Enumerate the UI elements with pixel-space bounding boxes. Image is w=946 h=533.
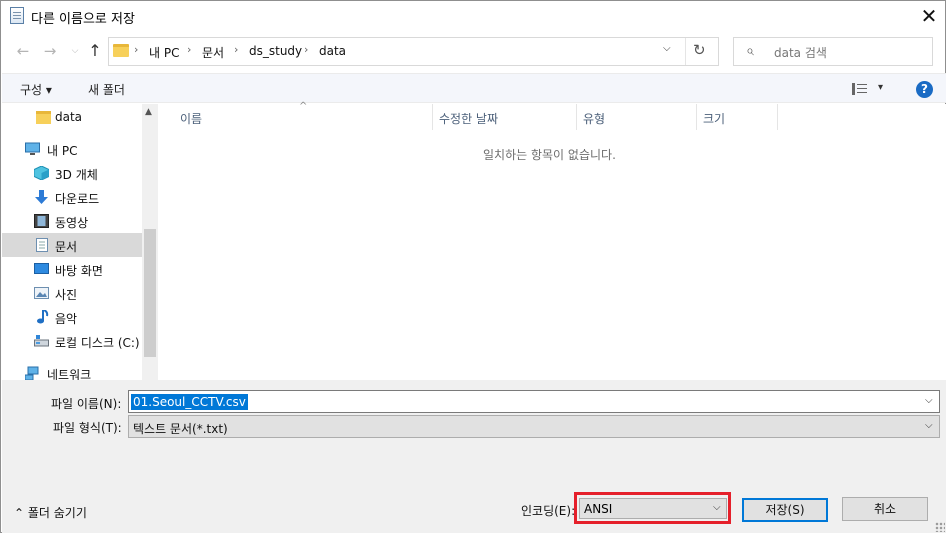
breadcrumb-separator[interactable]: › (234, 43, 238, 56)
breadcrumb-my-pc[interactable]: 내 PC (149, 44, 179, 61)
hide-folders-button[interactable]: ⌃ 폴더 숨기기 (14, 504, 87, 521)
breadcrumb-ds-study[interactable]: ds_study (249, 44, 302, 58)
encoding-label: 인코딩(E): (521, 504, 576, 518)
cancel-button[interactable]: 취소 (842, 497, 928, 521)
save-as-dialog: 다른 이름으로 저장 ✕ ← → ⌵ ↑ › 내 PC › 문서 › ds_st… (0, 0, 946, 533)
breadcrumb-data[interactable]: data (319, 44, 346, 58)
breadcrumb-separator[interactable]: › (304, 43, 308, 56)
tree-item-videos[interactable]: 동영상 (2, 209, 142, 233)
view-options-icon[interactable] (852, 83, 868, 95)
refresh-button[interactable]: ↻ (693, 41, 706, 59)
folder-icon (113, 44, 129, 57)
tree-item-my-pc[interactable]: 내 PC (2, 137, 142, 161)
column-label: 수정한 날짜 (439, 112, 499, 126)
tree-item-label: 동영상 (55, 216, 89, 230)
search-input[interactable]: ⌕ data 검색 (733, 37, 933, 66)
title-bar: 다른 이름으로 저장 ✕ (1, 1, 945, 31)
breadcrumb-separator[interactable]: › (134, 43, 138, 56)
chevron-down-icon[interactable]: ⌵ (925, 395, 933, 406)
tree-item-label: 문서 (55, 240, 78, 254)
filename-label: 파일 이름(N): (51, 397, 122, 411)
tree-item-network[interactable]: 네트워크 (2, 361, 142, 380)
resize-grip[interactable] (935, 522, 945, 532)
sort-ascending-icon: ^ (299, 101, 308, 112)
filetype-value: 텍스트 문서(*.txt) (133, 422, 228, 436)
network-icon (25, 366, 39, 380)
breadcrumb-documents[interactable]: 문서 (202, 44, 224, 61)
tree-item-label: 다운로드 (55, 192, 100, 206)
organize-button[interactable]: 구성 ▾ (20, 81, 52, 98)
empty-list-message: 일치하는 항목이 없습니다. (483, 148, 616, 162)
tree-item-label: 음악 (55, 312, 78, 326)
pictures-icon (34, 287, 49, 299)
window-title: 다른 이름으로 저장 (31, 12, 135, 27)
tree-item-label: 사진 (55, 288, 78, 302)
filename-value: 01.Seoul_CCTV.csv (131, 394, 248, 410)
file-list[interactable]: 이름 ^ 수정한 날짜 유형 크기 일치하는 항목이 없습니다. (161, 101, 946, 380)
tree-item-label: 로컬 디스크 (C:) (55, 336, 140, 350)
back-button[interactable]: ← (13, 41, 33, 61)
chevron-down-icon[interactable]: ⌵ (663, 43, 671, 54)
column-label: 크기 (703, 112, 726, 126)
tree-item-label: 내 PC (47, 144, 78, 158)
command-toolbar: 구성 ▾ 새 폴더 ▾ ? (2, 73, 946, 103)
forward-button[interactable]: → (40, 41, 60, 61)
tree-item-downloads[interactable]: 다운로드 (2, 185, 142, 209)
navigation-pane: data 내 PC 3D 개체 다운로드 동영상 문서 바탕 화면 사진 음악 … (2, 104, 158, 380)
address-bar[interactable]: › 내 PC › 문서 › ds_study › data ⌵ ↻ (108, 37, 719, 66)
close-button[interactable]: ✕ (917, 4, 941, 28)
tree-item-documents[interactable]: 문서 (2, 233, 142, 257)
column-header-size[interactable]: 크기 (697, 104, 778, 130)
filetype-select[interactable]: 텍스트 문서(*.txt) ⌵ (128, 415, 940, 438)
video-icon (34, 214, 49, 228)
divider (685, 38, 686, 65)
scroll-up-button[interactable]: ▲ (145, 107, 152, 117)
tree-item-label: 바탕 화면 (55, 264, 103, 278)
column-label: 유형 (583, 112, 606, 126)
column-header-type[interactable]: 유형 (577, 104, 697, 130)
tree-item-desktop[interactable]: 바탕 화면 (2, 257, 142, 281)
tree-item-data[interactable]: data (2, 105, 142, 129)
tree-item-label: 네트워크 (47, 368, 92, 380)
document-icon (36, 238, 48, 252)
save-button[interactable]: 저장(S) (742, 498, 828, 522)
folder-icon (36, 111, 51, 124)
new-folder-button[interactable]: 새 폴더 (88, 81, 125, 98)
filename-input[interactable]: 01.Seoul_CCTV.csv ⌵ (128, 390, 940, 413)
breadcrumb-separator[interactable]: › (187, 43, 191, 56)
tree-item-3d-objects[interactable]: 3D 개체 (2, 161, 142, 185)
up-button[interactable]: ↑ (85, 41, 105, 61)
view-dropdown-button[interactable]: ▾ (878, 82, 883, 93)
desktop-icon (34, 263, 49, 274)
tree-item-pictures[interactable]: 사진 (2, 281, 142, 305)
drive-icon (34, 335, 49, 347)
pc-icon (25, 142, 40, 155)
chevron-down-icon[interactable]: ⌵ (925, 420, 933, 431)
tree-item-local-disk[interactable]: 로컬 디스크 (C:) (2, 329, 142, 353)
column-header-name[interactable]: 이름 ^ (161, 101, 433, 130)
column-header-modified[interactable]: 수정한 날짜 (433, 104, 577, 130)
notepad-icon (10, 7, 24, 24)
search-placeholder: data 검색 (774, 46, 827, 60)
encoding-highlight-box (574, 492, 731, 524)
download-icon (35, 190, 48, 204)
tree-item-label: data (55, 110, 83, 124)
tree-item-music[interactable]: 음악 (2, 305, 142, 329)
column-label: 이름 (180, 112, 203, 126)
help-icon[interactable]: ? (916, 81, 933, 98)
search-icon: ⌕ (746, 43, 754, 59)
cube-icon (34, 166, 49, 180)
tree-item-label: 3D 개체 (55, 168, 98, 182)
recent-locations-dropdown[interactable]: ⌵ (65, 41, 85, 61)
music-icon (37, 310, 49, 324)
scrollbar-thumb[interactable] (144, 229, 156, 357)
filetype-label: 파일 형식(T): (53, 421, 122, 435)
